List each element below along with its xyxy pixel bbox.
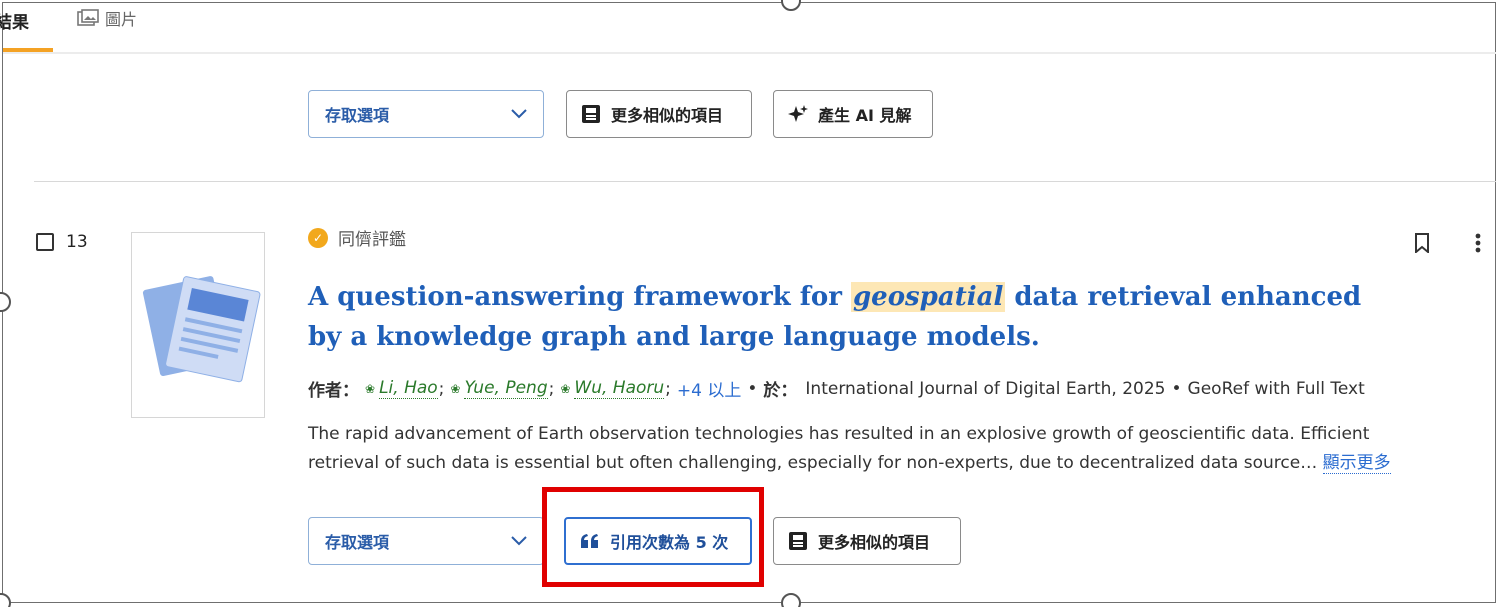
document-icon	[142, 276, 261, 383]
peer-reviewed-indicator: ✓ 同儕評鑑	[308, 225, 406, 250]
peer-reviewed-label: 同儕評鑑	[338, 230, 406, 250]
peer-reviewed-check-icon: ✓	[308, 227, 328, 248]
resize-handle-bottom[interactable]	[781, 593, 801, 607]
journal-source: International Journal of Digital Earth, …	[805, 378, 1166, 399]
access-options-label: 存取選項	[325, 106, 390, 125]
bookmark-button[interactable]	[1410, 230, 1434, 256]
highlight-annotation-box	[542, 487, 764, 587]
images-icon	[77, 9, 99, 26]
author-link[interactable]: Yue, Peng	[464, 378, 548, 399]
result-title-link[interactable]: A question-answering framework for geosp…	[308, 277, 1388, 357]
more-similar-label: 更多相似的項目	[818, 533, 931, 552]
similar-items-icon	[582, 105, 600, 123]
more-similar-label: 更多相似的項目	[611, 106, 724, 125]
more-options-button[interactable]	[1468, 230, 1488, 256]
title-text-before: A question-answering framework for	[308, 282, 851, 312]
access-options-select[interactable]: 存取選項	[308, 517, 544, 565]
result-abstract: The rapid advancement of Earth observati…	[308, 420, 1423, 478]
author-link[interactable]: Wu, Haoru	[574, 378, 665, 399]
tab-images[interactable]: 圖片	[77, 6, 137, 30]
more-similar-button[interactable]: 更多相似的項目	[773, 517, 961, 565]
tab-bar: 結果 圖片	[0, 0, 1496, 52]
separator-dot: •	[747, 378, 758, 399]
more-similar-button-top[interactable]: 更多相似的項目	[566, 90, 752, 138]
more-vertical-icon	[1475, 233, 1481, 253]
sparkle-icon	[788, 105, 808, 122]
tab-images-label: 圖片	[105, 10, 138, 29]
result-authors-line: 作者： ❀ Li, Hao; ❀ Yue, Peng; ❀ Wu, Haoru;…	[308, 376, 1365, 401]
author-link[interactable]: Li, Hao	[379, 378, 438, 399]
access-options-select-top[interactable]: 存取選項	[308, 90, 544, 138]
abstract-text: The rapid advancement of Earth observati…	[308, 424, 1370, 473]
result-divider	[34, 181, 1496, 182]
result-number: 13	[66, 232, 88, 252]
author-leaf-icon: ❀	[560, 381, 571, 396]
chevron-down-icon	[511, 109, 527, 119]
ai-insights-label: 產生 AI 見解	[818, 106, 912, 125]
show-more-link[interactable]: 顯示更多	[1322, 453, 1391, 474]
title-highlight: geospatial	[850, 282, 1006, 312]
generate-ai-insights-button[interactable]: 產生 AI 見解	[773, 90, 933, 138]
select-result-checkbox[interactable]	[36, 233, 54, 251]
author-leaf-icon: ❀	[450, 381, 461, 396]
tab-results[interactable]: 結果	[0, 8, 29, 33]
more-authors-link[interactable]: +4 以上	[677, 376, 741, 401]
document-thumbnail[interactable]	[131, 232, 265, 418]
by-label: 作者：	[308, 381, 359, 401]
database-name: GeoRef with Full Text	[1187, 378, 1365, 399]
similar-items-icon	[789, 532, 807, 550]
chevron-down-icon	[511, 536, 527, 546]
bookmark-icon	[1415, 233, 1429, 253]
tab-results-label: 結果	[0, 13, 29, 33]
access-options-label: 存取選項	[325, 533, 390, 552]
tab-bar-shadow	[3, 52, 1496, 54]
in-label: 於：	[763, 381, 798, 401]
separator-dot: •	[1171, 378, 1182, 399]
author-leaf-icon: ❀	[365, 381, 376, 396]
